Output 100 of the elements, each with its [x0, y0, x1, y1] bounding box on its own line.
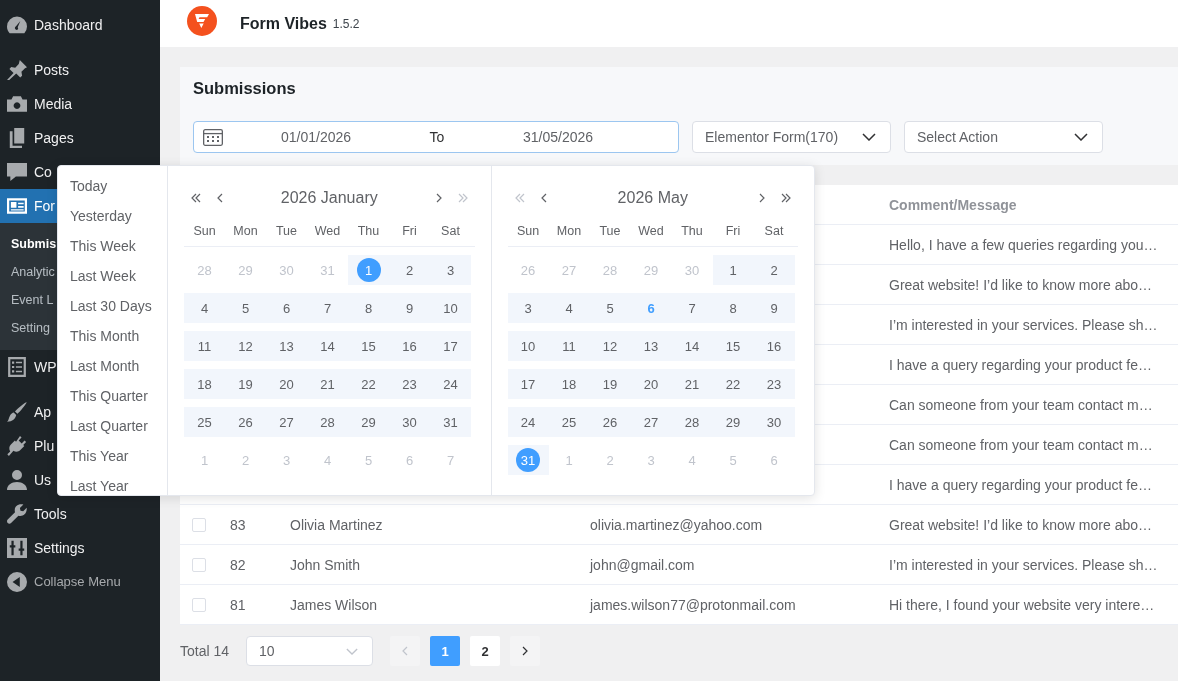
- row-checkbox[interactable]: [192, 517, 206, 532]
- calendar-day[interactable]: 14: [671, 331, 713, 361]
- calendar-day[interactable]: 31: [430, 407, 471, 437]
- calendar-day[interactable]: 4: [184, 293, 225, 323]
- menu-item[interactable]: Dashboard: [0, 8, 103, 42]
- calendar-day[interactable]: 1: [712, 255, 754, 285]
- calendar-day[interactable]: 6: [266, 293, 307, 323]
- collapse-menu-button[interactable]: Collapse Menu: [0, 565, 121, 599]
- next-page-button[interactable]: [510, 636, 541, 666]
- page-button[interactable]: 2: [470, 636, 501, 666]
- preset-option[interactable]: This Quarter: [70, 387, 148, 405]
- preset-option[interactable]: Last Quarter: [70, 417, 148, 435]
- action-select[interactable]: Select Action: [904, 121, 1103, 153]
- preset-option[interactable]: This Month: [70, 327, 140, 345]
- calendar-day[interactable]: 30: [389, 407, 430, 437]
- submenu-item[interactable]: Event L: [0, 286, 54, 314]
- calendar-day[interactable]: 29: [712, 407, 754, 437]
- calendar-day[interactable]: 12: [589, 331, 631, 361]
- weekday-label: Sun: [193, 224, 216, 238]
- menu-item[interactable]: WP: [0, 350, 57, 384]
- calendar-day[interactable]: 23: [753, 369, 795, 399]
- menu-item[interactable]: Us: [0, 463, 52, 497]
- calendar-day[interactable]: 11: [184, 331, 225, 361]
- calendar-day[interactable]: 27: [266, 407, 307, 437]
- calendar-day[interactable]: 7: [671, 293, 713, 323]
- date-range-field[interactable]: 01/01/2026 To 31/05/2026: [193, 121, 679, 153]
- calendar-day[interactable]: 18: [184, 369, 225, 399]
- preset-option[interactable]: Yesterday: [70, 207, 132, 225]
- calendar-day[interactable]: 9: [753, 293, 795, 323]
- calendar-day[interactable]: 17: [507, 369, 549, 399]
- calendar-day[interactable]: 8: [712, 293, 754, 323]
- menu-item[interactable]: For: [0, 189, 57, 223]
- preset-option[interactable]: Last Year: [70, 477, 129, 495]
- row-checkbox[interactable]: [192, 597, 206, 612]
- menu-item[interactable]: Ap: [0, 395, 52, 429]
- calendar-day[interactable]: 23: [389, 369, 430, 399]
- preset-option[interactable]: This Week: [70, 237, 136, 255]
- calendar-day[interactable]: 30: [753, 407, 795, 437]
- calendar-day[interactable]: 20: [630, 369, 672, 399]
- calendar-day[interactable]: 10: [507, 331, 549, 361]
- calendar-day[interactable]: 25: [548, 407, 590, 437]
- calendar-day[interactable]: 28: [307, 407, 348, 437]
- menu-item[interactable]: Posts: [0, 53, 69, 87]
- calendar-day[interactable]: 25: [184, 407, 225, 437]
- calendar-day[interactable]: 15: [348, 331, 389, 361]
- month-title: 2026 May: [617, 189, 688, 207]
- calendar-day[interactable]: 5: [225, 293, 266, 323]
- calendar-day[interactable]: 19: [225, 369, 266, 399]
- calendar-day[interactable]: 4: [548, 293, 590, 323]
- menu-item[interactable]: Plu: [0, 429, 55, 463]
- preset-option[interactable]: Last Month: [70, 357, 140, 375]
- calendar-day[interactable]: 22: [348, 369, 389, 399]
- calendar-day[interactable]: 2: [389, 255, 430, 285]
- calendar-day[interactable]: 26: [589, 407, 631, 437]
- calendar-day[interactable]: 13: [630, 331, 672, 361]
- calendar-day[interactable]: 22: [712, 369, 754, 399]
- menu-item[interactable]: Media: [0, 87, 73, 121]
- calendar-day[interactable]: 21: [307, 369, 348, 399]
- calendar-day[interactable]: 24: [430, 369, 471, 399]
- calendar-day[interactable]: 15: [712, 331, 754, 361]
- calendar-day[interactable]: 20: [266, 369, 307, 399]
- calendar-day[interactable]: 2: [753, 255, 795, 285]
- calendar-day[interactable]: 11: [548, 331, 590, 361]
- preset-option[interactable]: Last Week: [70, 267, 136, 285]
- row-checkbox[interactable]: [192, 557, 206, 572]
- calendar-day[interactable]: 28: [671, 407, 713, 437]
- calendar-day[interactable]: 8: [348, 293, 389, 323]
- menu-item[interactable]: Pages: [0, 121, 74, 155]
- calendar-day[interactable]: 12: [225, 331, 266, 361]
- menu-item[interactable]: Co: [0, 155, 52, 189]
- calendar-day[interactable]: 26: [225, 407, 266, 437]
- calendar-day[interactable]: 5: [589, 293, 631, 323]
- preset-option[interactable]: This Year: [70, 447, 129, 465]
- calendar-day[interactable]: 21: [671, 369, 713, 399]
- calendar-day[interactable]: 7: [307, 293, 348, 323]
- calendar-day[interactable]: 16: [753, 331, 795, 361]
- calendar-day[interactable]: 10: [430, 293, 471, 323]
- submenu-item[interactable]: Analytic: [0, 258, 55, 286]
- preset-option[interactable]: Last 30 Days: [70, 297, 152, 315]
- page-size-select[interactable]: 10: [246, 636, 374, 666]
- submenu-item[interactable]: Setting: [0, 314, 50, 342]
- preset-option[interactable]: Today: [70, 177, 108, 195]
- calendar-day[interactable]: 3: [507, 293, 549, 323]
- menu-item[interactable]: Tools: [0, 497, 67, 531]
- calendar-day[interactable]: 13: [266, 331, 307, 361]
- calendar-day[interactable]: 27: [630, 407, 672, 437]
- calendar-day[interactable]: 9: [389, 293, 430, 323]
- calendar-day[interactable]: 19: [589, 369, 631, 399]
- plug-icon: [7, 436, 27, 456]
- calendar-day[interactable]: 17: [430, 331, 471, 361]
- form-select[interactable]: Elementor Form(170): [692, 121, 891, 153]
- calendar-day[interactable]: 16: [389, 331, 430, 361]
- calendar-day[interactable]: 14: [307, 331, 348, 361]
- menu-item[interactable]: Settings: [0, 531, 85, 565]
- calendar-day[interactable]: 18: [548, 369, 590, 399]
- calendar-day[interactable]: 24: [507, 407, 549, 437]
- chevron-left-icon: [217, 193, 223, 203]
- calendar-day[interactable]: 3: [430, 255, 471, 285]
- submenu-item[interactable]: Submis: [0, 230, 57, 258]
- calendar-day[interactable]: 29: [348, 407, 389, 437]
